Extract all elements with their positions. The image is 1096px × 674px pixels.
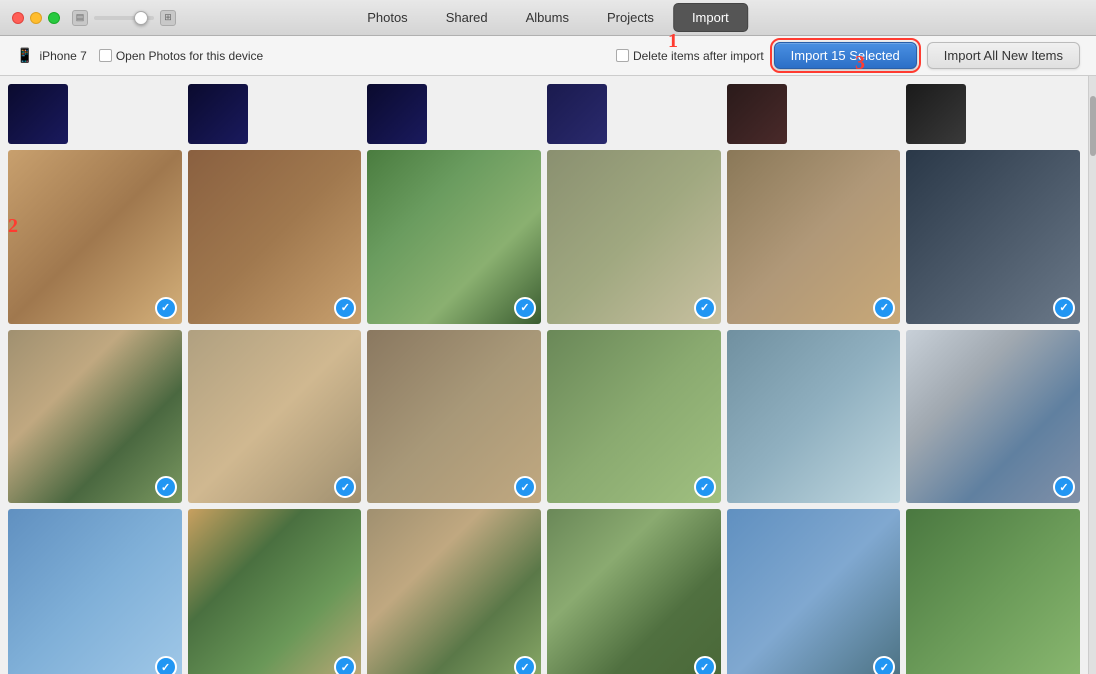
tab-shared[interactable]: Shared: [427, 3, 507, 32]
table-row[interactable]: ✓: [367, 150, 541, 324]
traffic-lights: [0, 12, 60, 24]
selection-badge: ✓: [873, 656, 895, 674]
table-row[interactable]: ✓: [547, 509, 721, 674]
import-all-button[interactable]: Import All New Items: [927, 42, 1080, 69]
selection-badge: ✓: [694, 476, 716, 498]
table-row[interactable]: [906, 509, 1080, 674]
sidebar-toggle-button[interactable]: ▤: [72, 10, 88, 26]
table-row[interactable]: ✓: [727, 509, 901, 674]
zoom-slider-thumb[interactable]: [134, 11, 148, 25]
delete-items-checkbox[interactable]: [616, 49, 629, 62]
view-toggle-button[interactable]: ⊞: [160, 10, 176, 26]
selection-badge: ✓: [155, 476, 177, 498]
selection-badge: ✓: [155, 656, 177, 674]
table-row[interactable]: ✓: [906, 150, 1080, 324]
table-row[interactable]: ✓: [8, 150, 182, 324]
minimize-button[interactable]: [30, 12, 42, 24]
table-row[interactable]: ✓: [367, 330, 541, 504]
selection-badge: ✓: [155, 297, 177, 319]
iphone-icon: 📱: [16, 47, 33, 64]
close-button[interactable]: [12, 12, 24, 24]
nav-tabs: Photos Shared Albums Projects Import: [348, 3, 748, 32]
selection-badge: ✓: [334, 656, 356, 674]
selection-badge: ✓: [334, 297, 356, 319]
table-row[interactable]: ✓: [8, 330, 182, 504]
photo-grid-container[interactable]: ✓ ✓ ✓ ✓ ✓ ✓ ✓ ✓: [0, 76, 1088, 674]
open-photos-label: Open Photos for this device: [116, 49, 263, 63]
annotation-3: 3: [855, 52, 865, 75]
table-row[interactable]: ✓: [367, 509, 541, 674]
table-row[interactable]: ✓: [547, 330, 721, 504]
delete-items-label: Delete items after import: [633, 49, 764, 63]
window-controls: ▤ ⊞: [72, 10, 176, 26]
tab-photos[interactable]: Photos: [348, 3, 426, 32]
table-row[interactable]: [8, 84, 68, 144]
delete-items-checkbox-area[interactable]: Delete items after import: [616, 49, 764, 63]
table-row[interactable]: ✓: [188, 150, 362, 324]
selection-badge: ✓: [1053, 476, 1075, 498]
selection-badge: ✓: [514, 297, 536, 319]
selection-badge: ✓: [1053, 297, 1075, 319]
table-row[interactable]: [906, 84, 966, 144]
toolbar-right: Delete items after import Import 15 Sele…: [616, 42, 1080, 69]
table-row[interactable]: ✓: [727, 150, 901, 324]
photo-grid: ✓ ✓ ✓ ✓ ✓ ✓ ✓ ✓: [8, 84, 1080, 674]
tab-projects[interactable]: Projects: [588, 3, 673, 32]
import-selected-button[interactable]: Import 15 Selected: [774, 42, 917, 69]
device-label: iPhone 7: [39, 49, 86, 63]
toolbar: 📱 iPhone 7 Open Photos for this device D…: [0, 36, 1096, 76]
table-row[interactable]: [727, 84, 787, 144]
open-photos-checkbox-area[interactable]: Open Photos for this device: [99, 49, 263, 63]
selection-badge: ✓: [514, 656, 536, 674]
selection-badge: ✓: [694, 656, 716, 674]
table-row[interactable]: [188, 84, 248, 144]
main-content: ✓ ✓ ✓ ✓ ✓ ✓ ✓ ✓: [0, 76, 1096, 674]
table-row[interactable]: [727, 330, 901, 504]
table-row[interactable]: ✓: [8, 509, 182, 674]
zoom-slider[interactable]: [94, 16, 154, 20]
selection-badge: ✓: [873, 297, 895, 319]
table-row[interactable]: ✓: [906, 330, 1080, 504]
annotation-1: 1: [668, 30, 678, 53]
table-row[interactable]: ✓: [188, 509, 362, 674]
table-row[interactable]: [367, 84, 427, 144]
fullscreen-button[interactable]: [48, 12, 60, 24]
selection-badge: ✓: [334, 476, 356, 498]
table-row[interactable]: [547, 84, 607, 144]
selection-badge: ✓: [694, 297, 716, 319]
scrollbar-thumb[interactable]: [1090, 96, 1096, 156]
title-bar: ▤ ⊞ Photos Shared Albums Projects Import: [0, 0, 1096, 36]
device-info: 📱 iPhone 7: [16, 47, 87, 64]
table-row[interactable]: ✓: [188, 330, 362, 504]
selection-badge: ✓: [514, 476, 536, 498]
scrollbar[interactable]: [1088, 76, 1096, 674]
tab-albums[interactable]: Albums: [507, 3, 588, 32]
open-photos-checkbox[interactable]: [99, 49, 112, 62]
tab-import[interactable]: Import: [673, 3, 748, 32]
table-row[interactable]: ✓: [547, 150, 721, 324]
annotation-2: 2: [8, 215, 18, 238]
